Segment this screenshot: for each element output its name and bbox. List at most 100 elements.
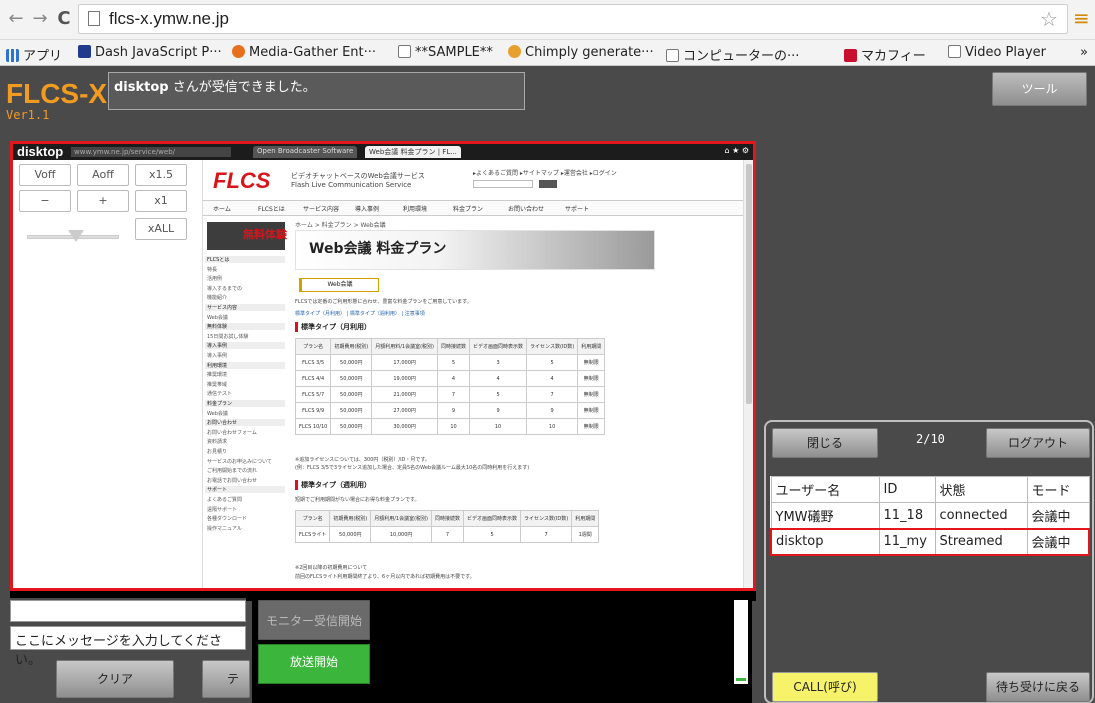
logout-button[interactable]: ログアウト <box>986 428 1090 458</box>
webpage-monthly-table: プラン名 初期費用(税別) 月額利用料/1会議室(税別) 同時接続数 ビデオ画面同時表示… <box>294 338 606 435</box>
table-cell: 3 <box>469 354 528 371</box>
column-id: ID <box>878 476 936 503</box>
bookmark-computer[interactable]: コンピューターの··· <box>666 45 799 64</box>
user-table-header: ユーザー名 ID 状態 モード <box>770 476 1090 503</box>
monitor-receive-button[interactable]: モニター受信開始 <box>258 600 370 640</box>
table-header-cell: 初期費用(税別) <box>329 510 372 527</box>
table-header-cell: ビデオ画面同時表示数 <box>463 510 522 527</box>
webpage-sidebar-item: ご利用開始までの流れ <box>207 468 258 475</box>
call-button[interactable]: CALL(呼び) <box>772 672 878 702</box>
webpage-main: ホーム > 料金プラン > Web会議 Web会議 料金プラン Web会議 FL… <box>294 218 731 588</box>
webpage-sidebar-item: 活用例 <box>207 276 223 283</box>
table-cell: 1週間 <box>571 526 600 543</box>
table-cell: 50,000円 <box>329 526 372 543</box>
table-cell: 無制限 <box>577 370 606 387</box>
chimply-icon <box>508 45 521 58</box>
bookmarks-more[interactable]: » <box>1080 45 1088 60</box>
close-button[interactable]: 閉じる <box>772 428 878 458</box>
zoom-all-button[interactable]: xALL <box>135 218 187 240</box>
table-row: FLCS 5/7 50,000円 21,000円 7 5 7 無制限 <box>294 386 606 403</box>
notice-user: disktop <box>114 80 169 95</box>
webpage-sidebar-heading: 導入事例 <box>205 342 285 350</box>
bookmark-chimply[interactable]: Chimply generate··· <box>508 45 654 60</box>
webpage-sidebar-item: よくあるご質問 <box>207 497 243 503</box>
webpage-sidebar-heading: 料金プラン <box>205 400 285 407</box>
webpage-sidebar-heading: 無料体験 <box>205 323 285 331</box>
zoom-1-5-button[interactable]: x1.5 <box>135 164 187 186</box>
table-cell: 27,000円 <box>371 402 439 419</box>
table-cell: FLCS 10/10 <box>294 418 332 435</box>
stream-url: www.ymw.ne.jp/service/web/ <box>71 147 231 157</box>
table-header-cell: 同時接続数 <box>437 338 471 355</box>
stream-window-controls-icon: ⌂ ★ ⚙ <box>724 146 749 155</box>
webpage-banner-text: 無料体験 <box>243 228 287 241</box>
table-cell: 21,000円 <box>371 386 439 403</box>
back-icon[interactable]: ← <box>6 8 26 29</box>
page-icon <box>948 45 961 58</box>
table-cell: 9 <box>437 402 471 419</box>
scroll-thumb[interactable] <box>746 164 752 404</box>
stream-scrollbar[interactable] <box>743 160 753 588</box>
bookmark-video-player[interactable]: Video Player <box>948 45 1046 60</box>
message-input[interactable]: ここにメッセージを入力してください。 <box>10 626 246 668</box>
clear-button[interactable]: クリア <box>56 660 174 698</box>
webpage-hero-title: Web会議 料金プラン <box>309 241 447 257</box>
app-version: Ver1.1 <box>6 108 50 122</box>
user-row-selected[interactable]: disktop 11_my Streamed 会議中 <box>770 527 1090 556</box>
app-logo: FLCS-X <box>6 78 108 109</box>
table-cell: 50,000円 <box>330 354 373 371</box>
user-status: Streamed <box>934 527 1028 556</box>
bookmark-apps[interactable]: アプリ <box>6 45 62 64</box>
address-bar[interactable]: flcs-x.ymw.ne.jp <box>78 4 1068 34</box>
browser-menu-icon[interactable]: ≡ <box>1073 6 1090 30</box>
chat-log <box>10 600 246 622</box>
volume-slider-knob[interactable] <box>68 230 84 242</box>
user-count: 2/10 <box>916 432 945 446</box>
notification-box: disktop さんが受信できました。 <box>108 72 525 110</box>
webpage-sidebar-heading: サービス内容 <box>205 304 285 311</box>
forward-icon[interactable]: → <box>30 8 50 29</box>
tool-button[interactable]: ツール <box>992 72 1087 106</box>
apps-grid-icon <box>6 49 19 62</box>
volume-up-button[interactable]: + <box>77 190 129 212</box>
volume-down-button[interactable]: − <box>19 190 71 212</box>
user-row[interactable]: YMW礒野 11_18 connected 会議中 <box>770 502 1090 529</box>
bookmark-media-gather[interactable]: Media-Gather Ent··· <box>232 45 376 60</box>
table-cell: 7 <box>526 386 579 403</box>
audio-off-button[interactable]: Aoff <box>77 164 129 186</box>
webpage-sidebar-item: 通信テスト <box>207 391 233 398</box>
table-cell: 19,000円 <box>371 370 439 387</box>
webpage-subtitle: ビデオチャットベースのWeb会議サービス Flash Live Communica… <box>291 172 425 189</box>
webpage-sidebar-item: お電話でお問い合わせ <box>207 477 258 484</box>
table-cell: FLCS 4/4 <box>294 370 332 387</box>
webpage-note3: ※2回目以降の初期費用について <box>295 565 368 571</box>
webpage-section-weekly: 標準タイプ（週利用） <box>295 480 371 490</box>
webpage-sidebar-heading: 利用環境 <box>205 361 285 369</box>
table-header-cell: ビデオ画面同時表示数 <box>469 338 528 355</box>
bookmark-dash[interactable]: Dash JavaScript P··· <box>78 45 222 60</box>
broadcast-start-button[interactable]: 放送開始 <box>258 644 370 684</box>
webpage-sidebar-heading: お問い合わせ <box>205 419 285 427</box>
table-cell: 4 <box>526 370 579 387</box>
table-row: FLCSライト 50,000円 10,000円 7 5 7 1週間 <box>294 526 600 543</box>
user-panel: 閉じる 2/10 ログアウト ユーザー名 ID 状態 モード YMW礒野 11_… <box>764 420 1094 703</box>
table-cell: 無制限 <box>577 386 606 403</box>
table-cell: 7 <box>520 526 573 543</box>
webpage-nav: ホーム FLCSとは サービス内容 導入事例 利用環境 料金プラン お問い合わせ… <box>203 200 743 216</box>
user-table: ユーザー名 ID 状態 モード YMW礒野 11_18 connected 会議… <box>770 476 1090 556</box>
webpage-sidebar-item: Web会議 <box>207 314 228 321</box>
return-to-standby-button[interactable]: 待ち受けに戻る <box>986 672 1090 702</box>
video-off-button[interactable]: Voff <box>19 164 71 186</box>
webpage-nav-item: 利用環境 <box>403 206 428 213</box>
text-button[interactable]: テキ <box>202 660 250 698</box>
notice-text: さんが受信できました。 <box>168 80 316 95</box>
reload-icon[interactable]: C <box>54 8 74 29</box>
webpage-nav-item: サポート <box>565 206 590 213</box>
bookmark-star-icon[interactable]: ☆ <box>1040 7 1058 31</box>
webpage-sidebar-item: お見積り <box>207 449 228 455</box>
table-cell: FLCSライト <box>294 526 331 543</box>
bookmark-mcafee[interactable]: マカフィー <box>844 45 926 64</box>
webpage-search-input <box>473 180 533 188</box>
zoom-1-button[interactable]: x1 <box>135 190 187 212</box>
bookmark-sample[interactable]: **SAMPLE** <box>398 45 493 60</box>
